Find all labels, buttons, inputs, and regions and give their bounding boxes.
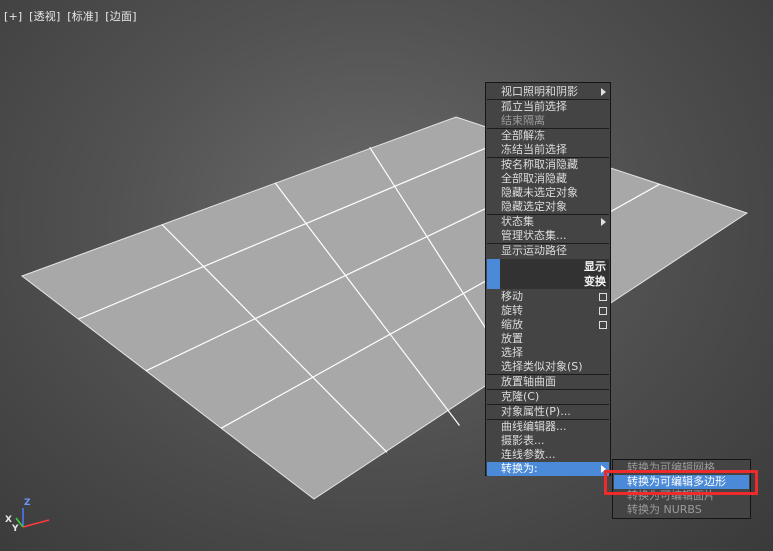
- menu-item-show-motion-paths[interactable]: 显示运动路径: [487, 244, 609, 258]
- submenu-item-label: 转换为 NURBS: [627, 503, 702, 516]
- menu-item-label: 孤立当前选择: [501, 100, 567, 113]
- menu-item-hide-selection[interactable]: 隐藏选定对象: [487, 200, 609, 214]
- menu-item-label: 缩放: [501, 318, 523, 331]
- menu-item-label: 克隆(C): [501, 390, 540, 403]
- menu-item-state-sets[interactable]: 状态集: [487, 215, 609, 229]
- menu-item-object-properties[interactable]: 对象属性(P)...: [487, 405, 609, 419]
- menu-item-label: 移动: [501, 290, 523, 303]
- menu-item-label: 放置: [501, 332, 523, 345]
- menu-item-scale[interactable]: 缩放: [487, 318, 609, 332]
- menu-item-label: 按名称取消隐藏: [501, 158, 578, 171]
- options-box-icon[interactable]: [599, 307, 607, 315]
- viewport-menu-edged-faces[interactable]: [边面]: [105, 10, 136, 23]
- options-box-icon[interactable]: [599, 293, 607, 301]
- menu-item-label: 曲线编辑器...: [501, 420, 567, 433]
- section-swatch: [487, 274, 500, 289]
- viewport-menu-standard[interactable]: [标准]: [67, 10, 98, 23]
- section-header-display: 显示: [487, 259, 609, 274]
- menu-item-select[interactable]: 选择: [487, 346, 609, 360]
- menu-item-label: 冻结当前选择: [501, 143, 567, 156]
- menu-item-place[interactable]: 放置: [487, 332, 609, 346]
- menu-item-label: 连线参数...: [501, 448, 556, 461]
- menu-item-label: 全部解冻: [501, 129, 545, 142]
- menu-item-place-pivot-surface[interactable]: 放置轴曲面: [487, 375, 609, 389]
- z-axis-label: Z: [24, 498, 31, 508]
- section-swatch: [487, 259, 500, 274]
- menu-item-wire-parameters[interactable]: 连线参数...: [487, 448, 609, 462]
- menu-item-label: 管理状态集...: [501, 229, 567, 242]
- viewport-label: [+] [透视] [标准] [边面]: [4, 8, 140, 24]
- menu-item-curve-editor[interactable]: 曲线编辑器...: [487, 420, 609, 434]
- submenu-arrow-icon: [601, 88, 606, 96]
- options-box-icon[interactable]: [599, 321, 607, 329]
- section-header-label: 显示: [584, 260, 606, 273]
- menu-item-label: 放置轴曲面: [501, 375, 556, 388]
- menu-item-manage-state-sets[interactable]: 管理状态集...: [487, 229, 609, 243]
- menu-item-freeze-selection[interactable]: 冻结当前选择: [487, 143, 609, 157]
- menu-item-dope-sheet[interactable]: 摄影表...: [487, 434, 609, 448]
- menu-item-unfreeze-all[interactable]: 全部解冻: [487, 129, 609, 143]
- axis-tripod-icon: Z X Y: [2, 496, 52, 536]
- menu-item-label: 结束隔离: [501, 114, 545, 127]
- menu-item-label: 隐藏选定对象: [501, 200, 567, 213]
- menu-item-label: 摄影表...: [501, 434, 545, 447]
- menu-item-move[interactable]: 移动: [487, 290, 609, 304]
- callout-highlight-box: [604, 470, 758, 495]
- menu-item-select-similar[interactable]: 选择类似对象(S): [487, 360, 609, 374]
- menu-item-label: 旋转: [501, 304, 523, 317]
- section-header-label: 变换: [584, 275, 606, 288]
- viewport-menu-plus[interactable]: [+]: [4, 10, 22, 23]
- menu-item-unhide-by-name[interactable]: 按名称取消隐藏: [487, 158, 609, 172]
- x-axis-label: X: [5, 515, 12, 525]
- viewport-menu-perspective[interactable]: [透视]: [29, 10, 60, 23]
- menu-item-rotate[interactable]: 旋转: [487, 304, 609, 318]
- menu-item-isolate-selection[interactable]: 孤立当前选择: [487, 100, 609, 114]
- menu-item-label: 状态集: [501, 215, 534, 228]
- menu-item-label: 全部取消隐藏: [501, 172, 567, 185]
- submenu-arrow-icon: [601, 218, 606, 226]
- menu-item-viewport-lighting[interactable]: 视口照明和阴影: [487, 85, 609, 99]
- menu-item-unhide-all[interactable]: 全部取消隐藏: [487, 172, 609, 186]
- menu-item-clone[interactable]: 克隆(C): [487, 390, 609, 404]
- menu-item-label: 隐藏未选定对象: [501, 186, 578, 199]
- menu-item-label: 选择类似对象(S): [501, 360, 583, 373]
- menu-item-label: 视口照明和阴影: [501, 85, 578, 98]
- section-header-transform: 变换: [487, 274, 609, 289]
- menu-item-label: 对象属性(P)...: [501, 405, 571, 418]
- menu-item-end-isolate[interactable]: 结束隔离: [487, 114, 609, 128]
- menu-item-convert-to[interactable]: 转换为:: [487, 462, 609, 476]
- menu-item-label: 显示运动路径: [501, 244, 567, 257]
- y-axis-label: Y: [12, 524, 19, 534]
- submenu-item-nurbs[interactable]: 转换为 NURBS: [614, 503, 749, 517]
- quad-menu: 视口照明和阴影 孤立当前选择 结束隔离 全部解冻 冻结当前选择 按名称取消隐藏 …: [485, 82, 611, 476]
- menu-item-label: 转换为:: [501, 462, 538, 475]
- plane-mesh[interactable]: [20, 116, 749, 500]
- menu-item-label: 选择: [501, 346, 523, 359]
- menu-item-hide-unselected[interactable]: 隐藏未选定对象: [487, 186, 609, 200]
